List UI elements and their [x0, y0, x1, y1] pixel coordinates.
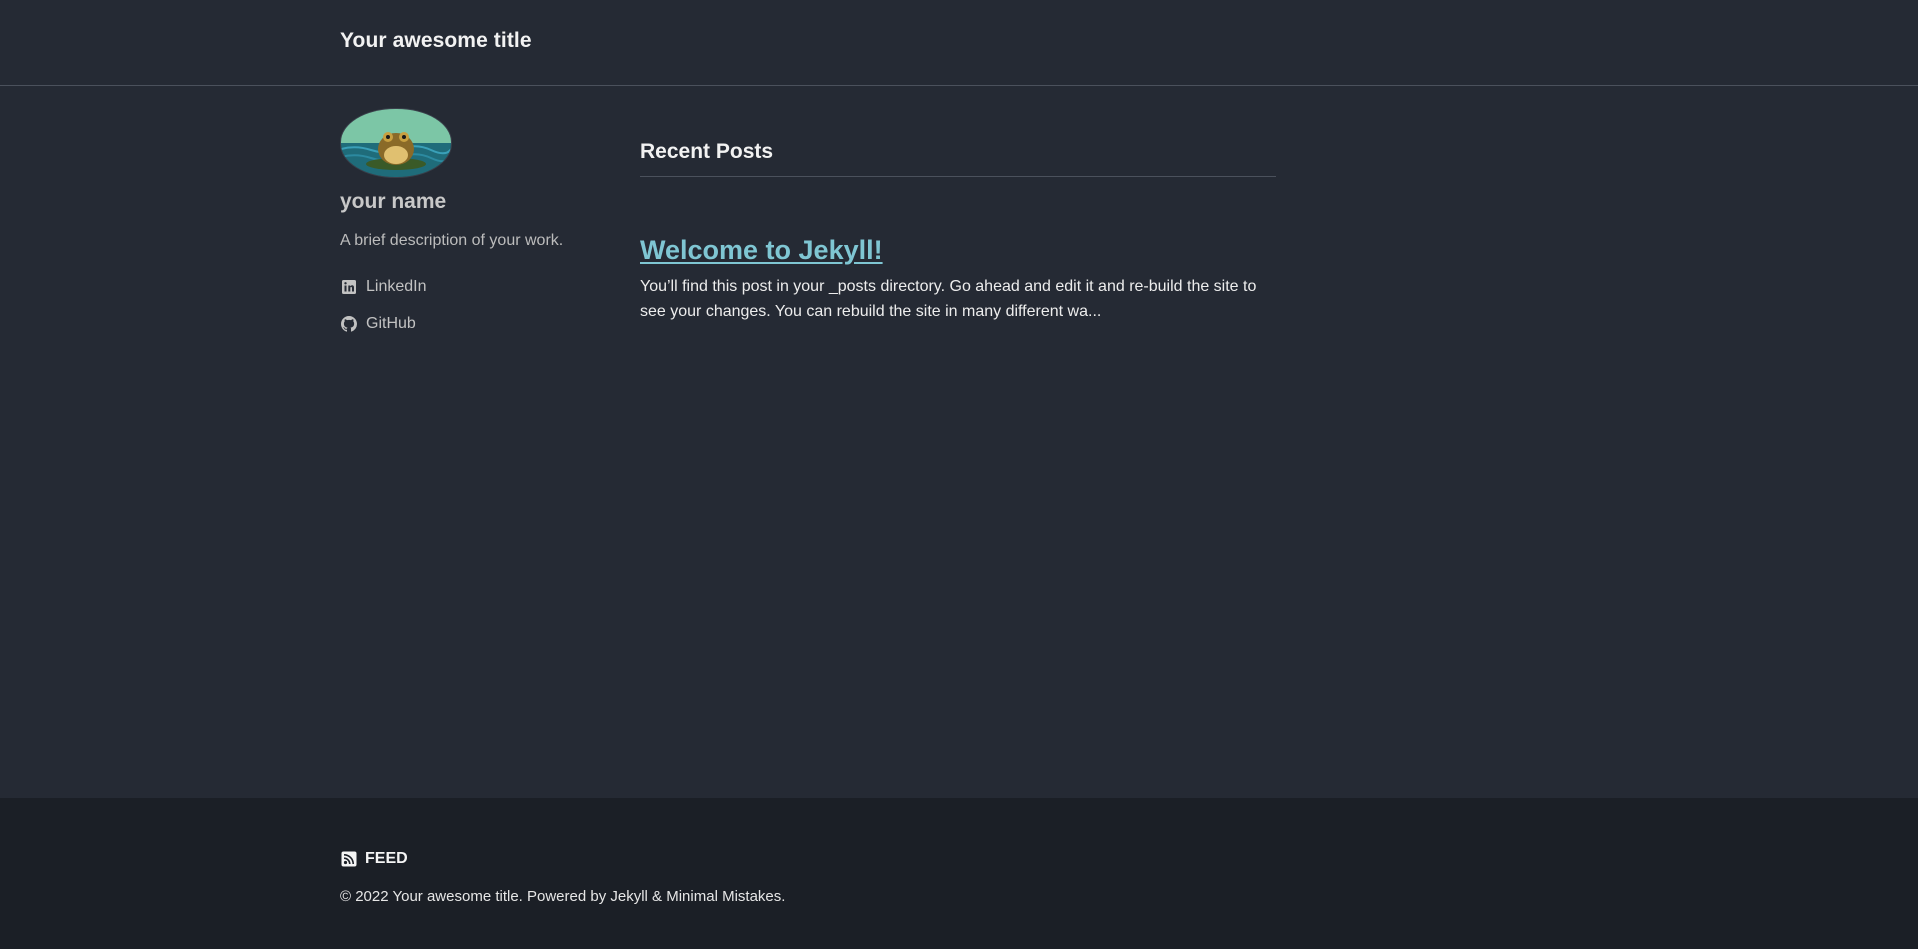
author-links: LinkedIn GitHub [340, 268, 600, 342]
author-link-label[interactable]: LinkedIn [366, 278, 427, 296]
recent-posts-heading: Recent Posts [640, 140, 1276, 177]
author-bio: A brief description of your work. [340, 232, 564, 249]
author-sidebar: your name A brief description of your wo… [340, 108, 600, 358]
post-title-link[interactable]: Welcome to Jekyll! [640, 235, 883, 266]
author-link-label[interactable]: GitHub [366, 315, 416, 333]
toad-avatar-image [341, 109, 451, 177]
post-item: Welcome to Jekyll! You’ll find this post… [640, 177, 1276, 324]
github-icon [340, 315, 358, 333]
author-name: your name [340, 190, 447, 213]
author-avatar [340, 108, 452, 178]
rss-icon [340, 850, 358, 868]
page-footer: FEED © 2022 Your awesome title. Powered … [0, 798, 1918, 949]
linkedin-icon [340, 278, 358, 296]
main-content: Recent Posts Welcome to Jekyll! You’ll f… [640, 140, 1276, 324]
copyright-text: © 2022 Your awesome title. Powered by Je… [340, 888, 786, 905]
author-link-github[interactable]: GitHub [340, 305, 600, 342]
masthead: Your awesome title [0, 0, 1918, 86]
post-excerpt: You’ll find this post in your _posts dir… [640, 278, 1257, 320]
author-link-linkedin[interactable]: LinkedIn [340, 268, 600, 305]
feed-label[interactable]: FEED [365, 850, 408, 868]
feed-link[interactable]: FEED [340, 850, 408, 868]
site-title-link[interactable]: Your awesome title [340, 29, 532, 53]
